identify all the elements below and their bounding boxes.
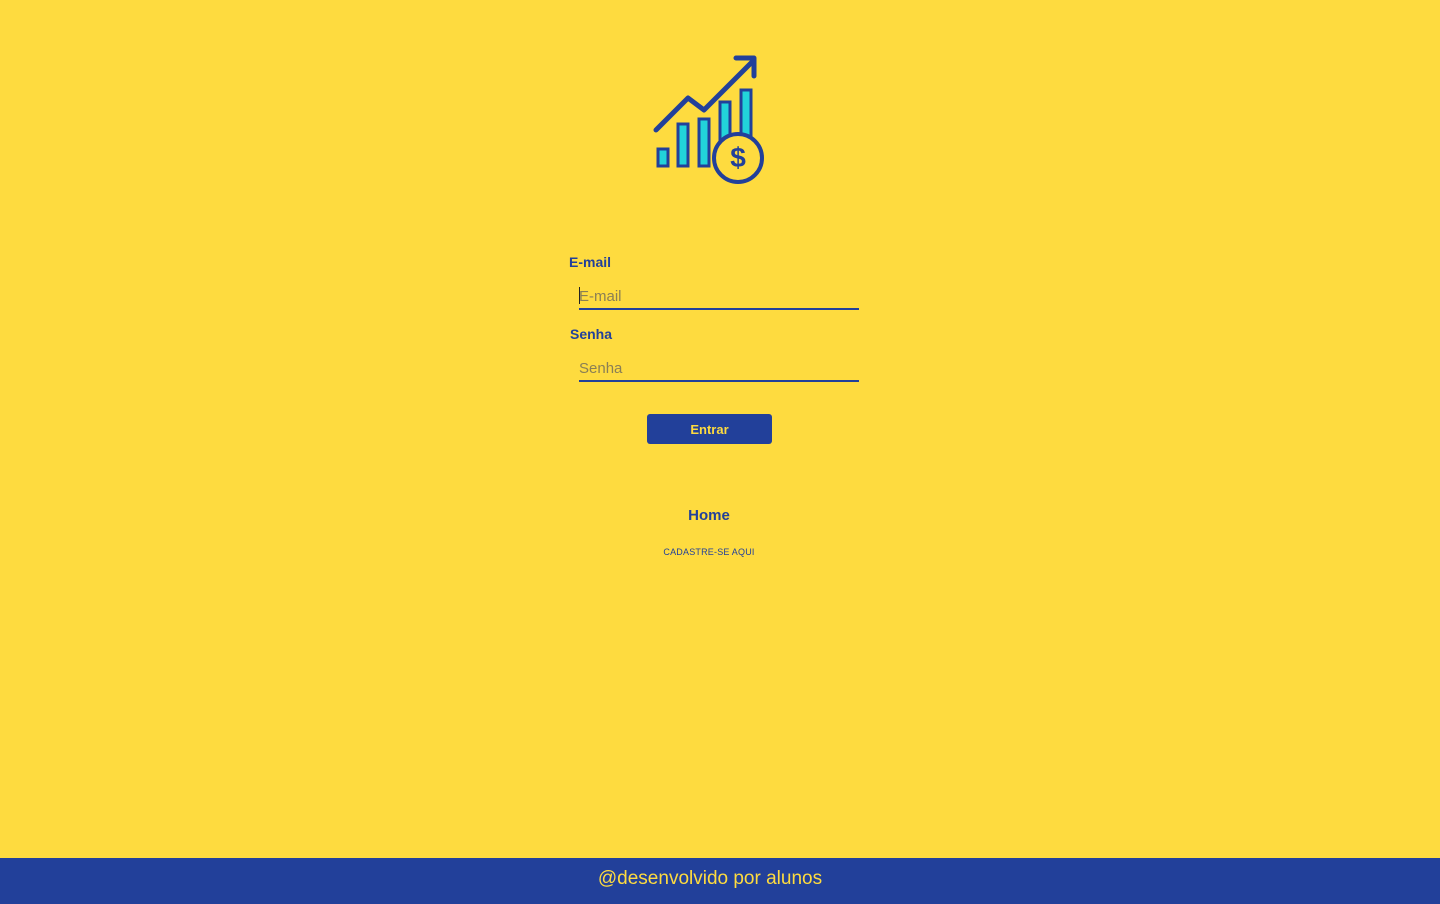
footer: @desenvolvido por alunos (0, 858, 1440, 904)
password-label: Senha (570, 326, 613, 342)
home-link[interactable]: Home (688, 507, 730, 524)
register-link[interactable]: CADASTRE-SE AQUI (663, 547, 754, 557)
login-button[interactable]: Entrar (647, 414, 772, 444)
register-link-row: CADASTRE-SE AQUI (0, 547, 1418, 557)
password-input[interactable] (579, 356, 859, 382)
svg-text:$: $ (730, 142, 746, 173)
growth-chart-dollar-icon: $ (653, 55, 764, 184)
email-label: E-mail (569, 254, 612, 270)
login-page: $ E-mail Senha Entrar Home CADASTRE-SE A… (0, 0, 1440, 904)
text-cursor (579, 287, 580, 304)
email-input[interactable] (579, 284, 859, 310)
footer-text: @desenvolvido por alunos (597, 868, 823, 889)
home-link-row: Home (0, 507, 1418, 524)
